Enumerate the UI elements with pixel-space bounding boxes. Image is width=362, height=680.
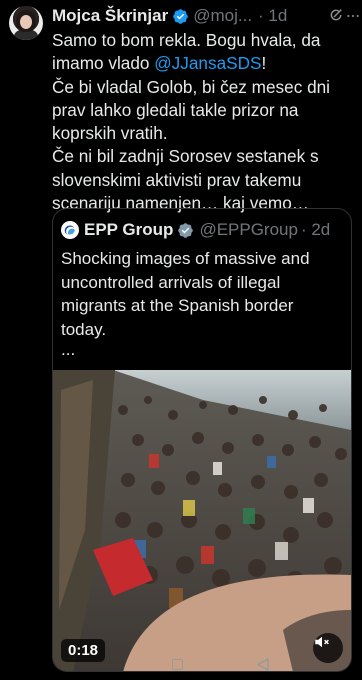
- quoted-author-name[interactable]: EPP Group: [84, 220, 173, 240]
- mention-link[interactable]: @JJansaSDS: [154, 53, 261, 73]
- author-name[interactable]: Mojca Škrinjar: [52, 6, 168, 26]
- tweet-time[interactable]: · 1d: [258, 6, 287, 26]
- quoted-tweet-text-line: Shocking images of massive and: [61, 249, 310, 268]
- tweet-text-line: koprskih vratih.: [52, 122, 358, 145]
- tweet-text: Samo to bom rekla. Bogu hvala, da imamo v…: [52, 29, 358, 215]
- epp-logo-icon[interactable]: [61, 221, 79, 239]
- quoted-tweet-text-line: today.: [61, 319, 107, 339]
- tweet-text-segment: prav lahko gledali takle prizor na: [52, 99, 299, 120]
- tweet-text-line: slovenskimi aktivisti prav takemu: [52, 169, 358, 192]
- tweet-text-line: Če bi vladal Golob, bi čez mesec dni: [52, 76, 358, 99]
- tweet-header: Mojca Škrinjar @moj... · 1d: [52, 5, 354, 27]
- quoted-tweet-text: Shocking images of massive and uncontroll…: [61, 247, 351, 341]
- grok-icon[interactable]: [328, 7, 344, 23]
- quoted-author-handle[interactable]: @EPPGroup: [199, 220, 298, 240]
- system-nav-bar: [0, 644, 362, 680]
- tweet-text-line: imamo vlado @JJansaSDS!: [52, 52, 358, 75]
- tweet-text-line: Če ni bil zadnji Sorosev sestanek s: [52, 145, 358, 168]
- tweet[interactable]: Mojca Škrinjar @moj... · 1d Samo to bom …: [0, 0, 362, 680]
- tweet-text-segment: Če bi vladal Golob, bi čez mesec dni: [52, 76, 331, 97]
- verified-badge-icon: [173, 8, 188, 24]
- video-frame-crowd: [53, 370, 351, 671]
- avatar[interactable]: [9, 6, 43, 40]
- quoted-tweet-time[interactable]: · 2d: [301, 220, 330, 240]
- quoted-tweet-text-line: uncontrolled arrivals of illegal: [61, 272, 281, 292]
- tweet-text-segment: Samo to bom rekla. Bogu hvala, da: [52, 30, 321, 50]
- nav-home-icon[interactable]: [172, 659, 183, 670]
- nav-back-icon[interactable]: [257, 658, 269, 671]
- quoted-tweet[interactable]: EPP Group @EPPGroup · 2d Shocking images…: [52, 208, 352, 672]
- tweet-text-segment: Če ni bil zadnji Sorosev sestanek s: [52, 146, 319, 167]
- tweet-text-segment: !: [261, 53, 267, 74]
- verified-badge-icon: [178, 222, 194, 238]
- avatar-face: [20, 15, 32, 29]
- video-player[interactable]: 0:18: [53, 370, 351, 671]
- quoted-tweet-ellipsis: ...: [61, 340, 76, 359]
- tweet-text-segment: koprskih vratih.: [52, 123, 168, 144]
- more-icon[interactable]: [346, 9, 360, 23]
- author-handle[interactable]: @moj...: [193, 6, 252, 26]
- quoted-tweet-header: EPP Group @EPPGroup · 2d: [61, 219, 345, 241]
- tweet-text-segment: imamo vlado: [52, 53, 155, 74]
- tweet-text-segment: slovenskimi aktivisti prav takemu: [52, 169, 302, 190]
- quoted-tweet-text-line: migrants at the Spanish border: [61, 296, 294, 315]
- tweet-text-line: Samo to bom rekla. Bogu hvala, da: [52, 29, 358, 52]
- tweet-text-line: prav lahko gledali takle prizor na: [52, 99, 358, 122]
